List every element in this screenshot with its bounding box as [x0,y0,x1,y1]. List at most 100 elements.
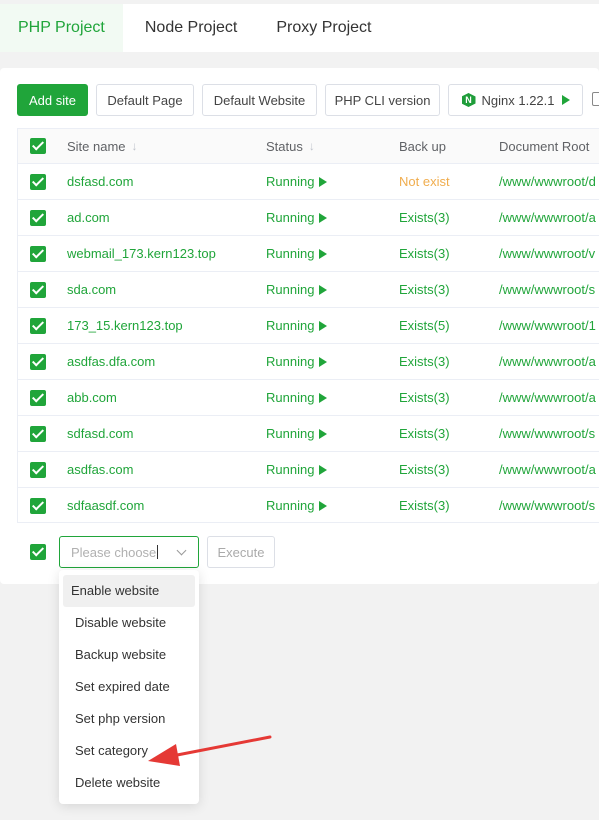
batch-action-select[interactable]: Please choose [59,536,199,568]
more-icon[interactable] [592,92,599,106]
backup-link[interactable]: Exists(3) [399,452,450,487]
default-website-button[interactable]: Default Website [202,84,317,116]
menu-item-disable-website[interactable]: Disable website [63,607,195,639]
col-document-root: Document Root [499,138,590,154]
row-checkbox[interactable] [30,209,46,226]
tab-node-project[interactable]: Node Project [123,4,255,52]
site-name-link[interactable]: sda.com [67,272,116,307]
play-icon [319,248,328,259]
document-root-link[interactable]: /www/wwwroot/a [499,344,596,379]
backup-link[interactable]: Exists(3) [399,200,450,235]
chevron-down-icon [176,545,187,556]
site-name-link[interactable]: ad.com [67,200,110,235]
execute-button[interactable]: Execute [207,536,275,568]
play-icon [319,392,328,403]
table-row: dsfasd.com Running Not exist /www/wwwroo… [18,164,599,200]
status-toggle[interactable]: Running [266,272,328,307]
batch-select-checkbox[interactable] [30,544,46,560]
site-name-link[interactable]: asdfas.com [67,452,133,487]
row-checkbox[interactable] [30,173,46,190]
status-toggle[interactable]: Running [266,416,328,451]
site-name-link[interactable]: 173_15.kern123.top [67,308,183,343]
nginx-logo-icon: N [461,93,476,107]
php-cli-version-button[interactable]: PHP CLI version [325,84,440,116]
site-name-link[interactable]: asdfas.dfa.com [67,344,155,379]
site-name-link[interactable]: dsfasd.com [67,164,133,199]
status-toggle[interactable]: Running [266,308,328,343]
menu-item-delete-website[interactable]: Delete website [63,767,195,799]
menu-item-enable-website[interactable]: Enable website [63,575,195,607]
row-checkbox[interactable] [30,425,46,442]
document-root-link[interactable]: /www/wwwroot/a [499,452,596,487]
batch-action-dropdown: Enable website Disable website Backup we… [59,570,199,804]
play-icon [319,464,328,475]
play-icon [319,356,328,367]
col-back-up: Back up [399,138,446,154]
col-status[interactable]: Status ↓ [266,129,315,163]
status-toggle[interactable]: Running [266,344,328,379]
row-checkbox[interactable] [30,317,46,334]
status-toggle[interactable]: Running [266,164,328,199]
status-toggle[interactable]: Running [266,488,328,522]
menu-item-backup-website[interactable]: Backup website [63,639,195,671]
add-site-button[interactable]: Add site [17,84,88,116]
play-icon [561,95,570,105]
sort-down-icon: ↓ [308,139,315,153]
status-toggle[interactable]: Running [266,452,328,487]
batch-select-placeholder: Please choose [71,544,157,560]
menu-item-set-category[interactable]: Set category [63,735,195,767]
table-row: sdfasd.com Running Exists(3) /www/wwwroo… [18,416,599,452]
status-toggle[interactable]: Running [266,380,328,415]
table-row: abb.com Running Exists(3) /www/wwwroot/a [18,380,599,416]
document-root-link[interactable]: /www/wwwroot/a [499,380,596,415]
document-root-link[interactable]: /www/wwwroot/1 [499,308,596,343]
sites-table: Site name ↓ Status ↓ Back up Document Root… [17,128,599,523]
tab-php-project[interactable]: PHP Project [0,4,123,52]
document-root-link[interactable]: /www/wwwroot/v [499,236,595,271]
site-name-link[interactable]: abb.com [67,380,117,415]
site-name-link[interactable]: sdfaasdf.com [67,488,144,522]
backup-link[interactable]: Exists(3) [399,272,450,307]
document-root-link[interactable]: /www/wwwroot/s [499,416,595,451]
nginx-version-label: Nginx 1.22.1 [481,92,555,108]
tab-proxy-project[interactable]: Proxy Project [254,4,393,52]
status-toggle[interactable]: Running [266,200,328,235]
text-cursor [157,545,159,559]
nginx-version-button[interactable]: N Nginx 1.22.1 [448,84,583,116]
document-root-link[interactable]: /www/wwwroot/s [499,488,595,522]
document-root-link[interactable]: /www/wwwroot/s [499,272,595,307]
row-checkbox[interactable] [30,389,46,406]
toolbar: Add site Default Page Default Website PH… [17,84,591,116]
default-page-button[interactable]: Default Page [96,84,194,116]
play-icon [319,212,328,223]
col-site-name[interactable]: Site name ↓ [67,129,138,163]
backup-link[interactable]: Not exist [399,164,450,199]
backup-link[interactable]: Exists(3) [399,380,450,415]
table-row: 173_15.kern123.top Running Exists(5) /ww… [18,308,599,344]
table-row: webmail_173.kern123.top Running Exists(3… [18,236,599,272]
status-toggle[interactable]: Running [266,236,328,271]
menu-item-set-php-version[interactable]: Set php version [63,703,195,735]
play-icon [319,284,328,295]
backup-link[interactable]: Exists(3) [399,344,450,379]
backup-link[interactable]: Exists(3) [399,416,450,451]
play-icon [319,176,328,187]
document-root-link[interactable]: /www/wwwroot/d [499,164,596,199]
document-root-link[interactable]: /www/wwwroot/a [499,200,596,235]
row-checkbox[interactable] [30,497,46,514]
backup-link[interactable]: Exists(3) [399,488,450,522]
table-row: sdfaasdf.com Running Exists(3) /www/wwwr… [18,488,599,522]
backup-link[interactable]: Exists(3) [399,236,450,271]
backup-link[interactable]: Exists(5) [399,308,450,343]
row-checkbox[interactable] [30,281,46,298]
row-checkbox[interactable] [30,353,46,370]
menu-item-set-expired-date[interactable]: Set expired date [63,671,195,703]
row-checkbox[interactable] [30,245,46,262]
site-name-link[interactable]: webmail_173.kern123.top [67,236,216,271]
row-checkbox[interactable] [30,461,46,478]
table-row: asdfas.dfa.com Running Exists(3) /www/ww… [18,344,599,380]
project-tabs: PHP Project Node Project Proxy Project [0,4,599,52]
table-header: Site name ↓ Status ↓ Back up Document Root [18,129,599,164]
site-name-link[interactable]: sdfasd.com [67,416,133,451]
select-all-checkbox[interactable] [30,138,46,154]
